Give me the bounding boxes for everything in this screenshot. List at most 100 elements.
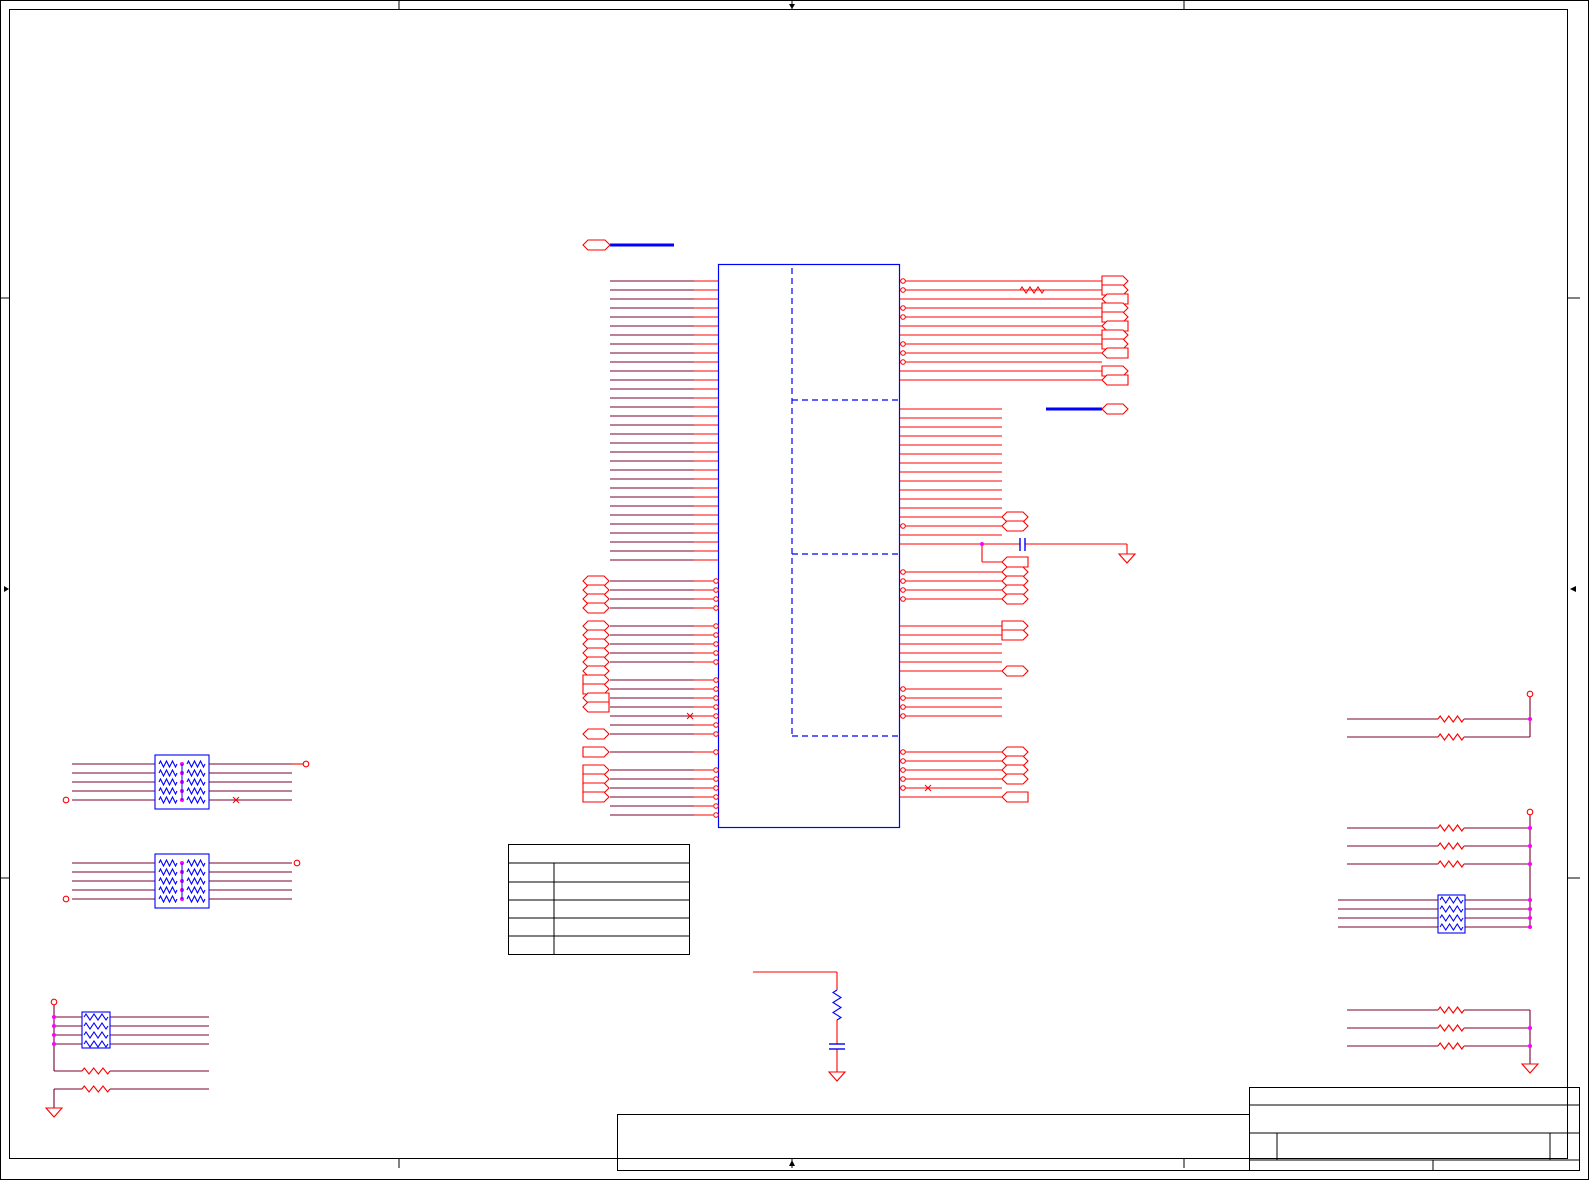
ground-icon <box>44 1107 64 1118</box>
junction-dot <box>52 1042 56 1046</box>
junction-dot <box>1528 717 1532 721</box>
offpage-connector-icon <box>1001 773 1029 785</box>
pin-bubble <box>713 695 719 701</box>
resistor-icon <box>831 989 843 1021</box>
pin-bubble <box>713 605 719 611</box>
pin-bubble <box>900 785 906 791</box>
pin-bubble <box>900 350 906 356</box>
ic-section-dividers <box>791 268 900 737</box>
power-pin-icon <box>62 796 70 804</box>
pin-bubble <box>713 794 719 800</box>
pin-bubble <box>713 686 719 692</box>
resistor-icon <box>1437 860 1465 868</box>
pin-bubble <box>900 695 906 701</box>
offpage-connector-icon <box>582 239 611 251</box>
offpage-connector-icon <box>582 746 610 758</box>
junction-dot <box>1528 1044 1532 1048</box>
bus-lines <box>610 243 1102 411</box>
pin-bubble <box>713 767 719 773</box>
pin-bubble <box>900 749 906 755</box>
resistor-icon <box>1437 733 1465 741</box>
pin-bubble <box>713 596 719 602</box>
pin-bubble <box>713 704 719 710</box>
pin-bubble <box>900 523 906 529</box>
pin-bubble <box>900 278 906 284</box>
resistor-icon <box>1437 824 1465 832</box>
pin-bubble <box>900 596 906 602</box>
offpage-connector-icon <box>1001 791 1029 803</box>
junction-dot <box>1528 862 1532 866</box>
power-pin-icon <box>1526 808 1534 816</box>
resistor-icon <box>1437 1024 1465 1032</box>
pin-bubble <box>713 587 719 593</box>
junction-dot <box>1528 898 1532 902</box>
junction-dot <box>52 1024 56 1028</box>
pin-bubble <box>713 677 719 683</box>
power-pin-icon <box>1526 690 1534 698</box>
ground-icon <box>827 1071 847 1082</box>
junction-dot <box>1528 907 1532 911</box>
offpage-connector-icon <box>582 728 610 740</box>
power-pin-icon <box>293 859 301 867</box>
schematic-canvas <box>0 0 1589 1180</box>
pin-bubble <box>713 632 719 638</box>
offpage-connectors <box>582 239 1129 803</box>
offpage-connector-icon <box>1101 403 1129 415</box>
pin-bubble <box>900 767 906 773</box>
offpage-connector-icon <box>1001 629 1029 641</box>
offpage-connector-icon <box>1101 374 1129 386</box>
pin-bubble <box>713 776 719 782</box>
pin-bubble <box>713 659 719 665</box>
pin-bubble <box>713 785 719 791</box>
wire-layer <box>53 280 1531 1108</box>
pin-bubble <box>900 314 906 320</box>
pin-bubble <box>713 812 719 818</box>
pin-bubble <box>900 587 906 593</box>
resistor-icon <box>81 1067 111 1075</box>
resistor-icon <box>81 1085 111 1093</box>
resistor-icon <box>1437 842 1465 850</box>
pin-bubble <box>713 803 719 809</box>
pin-bubble <box>713 731 719 737</box>
offpage-connector-icon <box>1101 347 1129 359</box>
pin-bubble <box>900 758 906 764</box>
pin-layer <box>694 278 924 818</box>
junction-dot <box>52 1015 56 1019</box>
pin-bubble <box>713 650 719 656</box>
junction-dot <box>1528 916 1532 920</box>
main-ic-symbol <box>717 263 901 829</box>
pin-bubble <box>900 686 906 692</box>
pin-bubble <box>713 749 719 755</box>
frame-arrow-markers <box>4 4 1576 1166</box>
drawing-frame <box>0 0 1589 1180</box>
junction-dot <box>980 542 984 546</box>
pin-bubble <box>713 722 719 728</box>
pin-bubble <box>713 623 719 629</box>
pin-bubble <box>900 578 906 584</box>
schematic-sheet <box>0 0 1589 1180</box>
offpage-connector-icon <box>1001 665 1029 677</box>
pin-bubble <box>900 305 906 311</box>
junction-dot <box>1528 826 1532 830</box>
pin-bubble <box>713 578 719 584</box>
resistor-icon <box>1437 1042 1465 1050</box>
power-pin-icon <box>50 998 58 1006</box>
junction-dot <box>1528 844 1532 848</box>
offpage-connector-icon <box>1001 556 1029 568</box>
resistor-icon <box>1437 1006 1465 1014</box>
offpage-connector-icon <box>582 602 610 614</box>
offpage-connector-icon <box>1001 593 1029 605</box>
pin-bubble <box>713 713 719 719</box>
offpage-connector-icon <box>1001 520 1029 532</box>
pin-bubble <box>713 641 719 647</box>
resistor-icon <box>1437 715 1465 723</box>
junction-dot <box>1528 925 1532 929</box>
ground-icon <box>1117 553 1137 564</box>
junction-dot <box>52 1033 56 1037</box>
offpage-connector-icon <box>582 701 610 713</box>
power-pin-icon <box>302 760 310 768</box>
pin-bubble <box>900 713 906 719</box>
legend-table <box>508 844 690 955</box>
resistor-icon <box>1019 286 1045 294</box>
junction-dot <box>1528 1026 1532 1030</box>
